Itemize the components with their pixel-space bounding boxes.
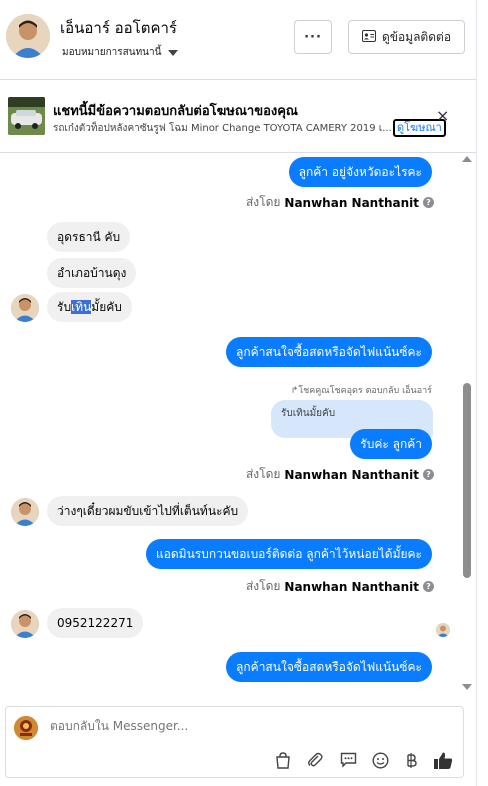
conversation-header: เอ็นอาร์ ออโตคาร์ มอบหมายการสนทนานี้ ···…	[0, 0, 476, 80]
ad-title: แชทนี้มีข้อความตอบกลับต่อโฆษณาของคุณ	[53, 104, 298, 119]
more-options-button[interactable]: ···	[294, 20, 332, 54]
message-part: มั้ยคับ	[91, 300, 122, 314]
help-icon[interactable]: ?	[423, 197, 434, 208]
contact-avatar[interactable]	[6, 14, 50, 58]
message-outgoing[interactable]: แอดมินรบกวนขอเบอร์ติดต่อ ลูกค้าไว้หน่อยไ…	[145, 539, 432, 569]
contact-avatar	[11, 610, 39, 638]
sent-by-label: ส่งโดย Nanwhan Nanthanit ?	[246, 465, 434, 484]
selected-text: เทิน	[71, 300, 92, 314]
message-composer	[5, 706, 464, 778]
message-outgoing[interactable]: ลูกค้าสนใจซื้อสดหรือจัดไฟแน้นซ์คะ	[226, 337, 432, 367]
contact-card-icon	[361, 29, 376, 45]
message-outgoing[interactable]: รับค่ะ ลูกค้า	[350, 429, 432, 459]
ad-thumbnail	[8, 97, 45, 135]
view-contact-button[interactable]: ดูข้อมูลติดต่อ	[348, 20, 465, 54]
assign-conversation-dropdown[interactable]: มอบหมายการสนทนานี้	[62, 45, 179, 60]
sender-name: Nanwhan Nanthanit	[284, 195, 419, 210]
message-outgoing[interactable]: ลูกค้า อยู่จังหวัดอะไรคะ	[288, 157, 432, 187]
caret-down-icon	[168, 49, 179, 56]
window-edge	[476, 0, 488, 786]
contact-avatar	[11, 498, 39, 526]
contact-name: เอ็นอาร์ ออโตคาร์	[60, 19, 177, 37]
saved-replies-icon[interactable]	[337, 749, 359, 771]
message-part: รับ	[57, 300, 72, 314]
sender-name: Nanwhan Nanthanit	[284, 579, 419, 594]
view-contact-label: ดูข้อมูลติดต่อ	[381, 29, 452, 44]
message-outgoing[interactable]: ลูกค้าสนใจซื้อสดหรือจัดไฟแน้นซ์คะ	[226, 652, 432, 682]
message-incoming[interactable]: รับเทินมั้ยคับ	[47, 292, 132, 322]
reply-context: ↱โชคคูณโชคอุดร ตอบกลับ เอ็นอาร์	[290, 386, 432, 396]
message-incoming[interactable]: อำเภอบ้านดุง	[47, 258, 137, 288]
sent-by-label: ส่งโดย Nanwhan Nanthanit ?	[246, 193, 434, 212]
assign-label: มอบหมายการสนทนานี้	[62, 47, 162, 58]
reply-input[interactable]	[50, 719, 400, 733]
help-icon[interactable]: ?	[423, 581, 434, 592]
sent-by-prefix: ส่งโดย	[245, 195, 281, 209]
sender-name: Nanwhan Nanthanit	[284, 467, 419, 482]
thumbs-up-icon[interactable]	[432, 749, 454, 771]
shopping-bag-icon[interactable]	[272, 749, 294, 771]
ad-reply-banner: แชทนี้มีข้อความตอบกลับต่อโฆษณาของคุณ รถเ…	[0, 81, 476, 153]
scroll-down-icon[interactable]	[462, 684, 472, 690]
attachment-icon[interactable]	[304, 749, 326, 771]
ad-description: รถเก๋งตัวท็อปหลังคาซันรูฟ โฉม Minor Chan…	[53, 123, 392, 134]
sent-by-prefix: ส่งโดย	[245, 579, 281, 593]
scrollbar-thumb[interactable]	[463, 383, 471, 578]
message-incoming[interactable]: อุดรธานี คับ	[47, 222, 131, 252]
message-incoming[interactable]: ว่างๆเดี๋ยวผมขับเข้าไปที่เต็นท์นะคับ	[47, 496, 249, 526]
contact-avatar	[11, 294, 39, 322]
scroll-up-icon[interactable]	[462, 156, 472, 162]
page-avatar	[14, 716, 38, 740]
emoji-icon[interactable]	[369, 749, 391, 771]
sent-by-label: ส่งโดย Nanwhan Nanthanit ?	[246, 577, 434, 596]
message-incoming[interactable]: 0952122271	[47, 608, 144, 638]
seen-avatar	[436, 623, 450, 637]
close-icon[interactable]: ×	[436, 106, 449, 125]
message-thread[interactable]: ลูกค้า อยู่จังหวัดอะไรคะ ส่งโดย Nanwhan …	[0, 154, 476, 694]
sent-by-prefix: ส่งโดย	[245, 467, 281, 481]
baht-payment-icon[interactable]	[400, 749, 422, 771]
help-icon[interactable]: ?	[423, 469, 434, 480]
